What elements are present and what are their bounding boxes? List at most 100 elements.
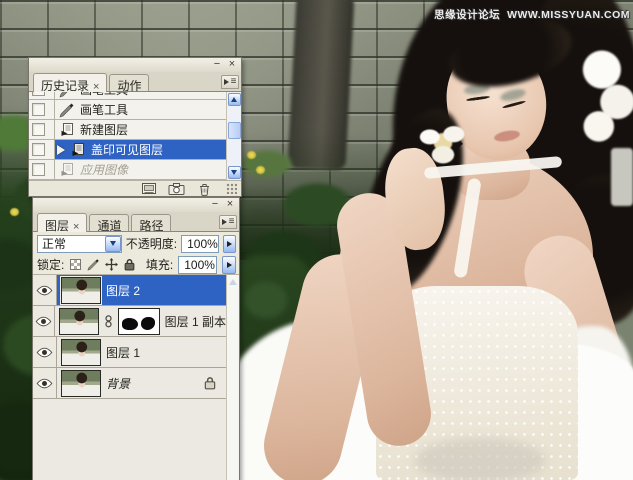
checkerboard-icon	[70, 259, 81, 270]
layer-name[interactable]: 图层 2	[106, 282, 140, 299]
tab-close-icon[interactable]: ×	[73, 221, 79, 233]
layer-thumbnail[interactable]	[61, 370, 101, 397]
watermark-forum: 思缘设计论坛	[434, 9, 500, 21]
lock-position-button[interactable]	[105, 258, 118, 272]
history-panel: − × 历史记录× 动作 ≡ 画笔工具	[28, 57, 242, 197]
menu-lines-icon: ≡	[229, 218, 235, 226]
close-icon[interactable]: ×	[224, 200, 236, 211]
tab-channels[interactable]: 通道	[89, 214, 129, 231]
history-item[interactable]: 画笔工具	[29, 92, 226, 100]
layer-name[interactable]: 图层 1	[106, 344, 140, 361]
minimize-icon[interactable]: −	[209, 200, 221, 211]
history-item-current[interactable]: 盖印可见图层	[29, 140, 226, 160]
flyout-arrow-icon	[224, 79, 229, 85]
lock-image-button[interactable]	[87, 258, 100, 272]
tab-actions[interactable]: 动作	[109, 74, 149, 91]
eye-icon	[36, 347, 53, 358]
visibility-cell[interactable]	[33, 368, 57, 398]
history-brush-source-well[interactable]	[32, 143, 45, 156]
close-icon[interactable]: ×	[226, 60, 238, 71]
history-source-cell	[29, 160, 55, 179]
eye-icon	[35, 316, 52, 327]
brush-icon	[59, 92, 75, 98]
visibility-cell[interactable]	[33, 337, 57, 367]
history-tabstrip: 历史记录× 动作 ≡	[29, 72, 241, 92]
delete-state-button[interactable]	[196, 182, 213, 196]
dropdown-arrow-icon[interactable]	[105, 236, 121, 252]
layer-row[interactable]: 图层 1	[33, 337, 226, 368]
lock-label: 锁定:	[37, 256, 64, 273]
watermark: 思缘设计论坛 WWW.MISSYUAN.COM	[434, 7, 630, 22]
tab-history[interactable]: 历史记录×	[33, 73, 107, 92]
scroll-down-icon[interactable]	[228, 166, 241, 179]
new-document-from-state-button[interactable]	[140, 182, 157, 196]
layer-thumbnail[interactable]	[61, 277, 101, 304]
down-arrow-icon	[110, 241, 116, 246]
layer-thumbnail[interactable]	[61, 339, 101, 366]
eye-icon	[36, 285, 53, 296]
fill-slider-button[interactable]	[222, 256, 236, 274]
lock-all-button[interactable]	[123, 258, 136, 272]
layers-panel-titlebar[interactable]: − ×	[33, 198, 239, 212]
history-item[interactable]: 新建图层	[29, 120, 226, 140]
history-brush-source-well[interactable]	[32, 103, 45, 116]
up-arrow-icon	[231, 97, 237, 102]
layer-row[interactable]: 图层 2	[33, 275, 226, 306]
fill-label: 填充:	[146, 256, 173, 273]
photo-yellow-flower	[256, 166, 265, 174]
tab-layers[interactable]: 图层×	[37, 213, 87, 232]
history-item-undone[interactable]: 应用图像	[29, 160, 226, 180]
photo-white-flower	[413, 118, 473, 172]
history-source-cell	[29, 140, 55, 159]
visibility-cell[interactable]	[33, 306, 55, 336]
history-brush-source-well[interactable]	[32, 123, 45, 136]
opacity-input[interactable]: 100%	[181, 235, 219, 253]
new-document-icon	[141, 182, 157, 195]
history-scrollbar[interactable]	[226, 92, 241, 180]
fill-input[interactable]: 100%	[178, 256, 217, 274]
right-arrow-icon	[227, 262, 232, 268]
new-snapshot-button[interactable]	[168, 182, 185, 196]
lock-transparency-button[interactable]	[69, 258, 82, 272]
history-item[interactable]: 画笔工具	[29, 100, 226, 120]
blend-opacity-row: 正常 不透明度: 100%	[33, 232, 239, 255]
minimize-icon[interactable]: −	[211, 60, 223, 71]
photo-yellow-flower	[247, 151, 256, 159]
photo-stone-path	[611, 148, 633, 206]
tab-paths[interactable]: 路径	[131, 214, 171, 231]
layer-mask-thumbnail[interactable]	[118, 308, 160, 335]
history-brush-source-well[interactable]	[32, 163, 45, 176]
opacity-slider-button[interactable]	[223, 235, 236, 253]
history-source-cell	[29, 100, 55, 119]
panel-menu-icon[interactable]: ≡	[219, 215, 237, 229]
brush-icon	[59, 102, 75, 118]
new-layer-icon	[59, 122, 75, 138]
resize-grip[interactable]	[226, 183, 237, 194]
move-icon	[105, 258, 118, 271]
layer-name[interactable]: 背景	[106, 375, 130, 392]
layer-rows: 图层 2 图层 1 副本	[33, 275, 226, 480]
lock-fill-row: 锁定: 填充: 100%	[33, 255, 239, 275]
panel-menu-icon[interactable]: ≡	[221, 75, 239, 89]
opacity-label: 不透明度:	[126, 235, 177, 252]
scrollbar-thumb[interactable]	[228, 122, 241, 139]
scroll-up-icon[interactable]	[228, 93, 241, 106]
layers-scrollbar[interactable]	[226, 275, 239, 480]
visibility-cell[interactable]	[33, 275, 57, 305]
history-panel-titlebar[interactable]: − ×	[29, 58, 241, 72]
brush-icon	[87, 258, 100, 271]
history-item-label: 画笔工具	[80, 92, 128, 98]
layer-row-background[interactable]: 背景	[33, 368, 226, 399]
history-source-cell	[29, 120, 55, 139]
trash-icon	[198, 182, 211, 196]
watermark-url: WWW.MISSYUAN.COM	[507, 9, 630, 21]
apply-image-icon	[59, 162, 75, 178]
layer-name[interactable]: 图层 1 副本	[165, 313, 226, 330]
blend-mode-dropdown[interactable]: 正常	[37, 235, 122, 253]
history-rows: 画笔工具 画笔工具 新建图层	[29, 92, 226, 180]
layer-row[interactable]: 图层 1 副本	[33, 306, 226, 337]
layer-thumbnail[interactable]	[59, 308, 99, 335]
history-brush-source-well[interactable]	[32, 92, 45, 96]
history-list: 画笔工具 画笔工具 新建图层	[29, 92, 241, 180]
history-bottom-bar	[29, 180, 241, 196]
